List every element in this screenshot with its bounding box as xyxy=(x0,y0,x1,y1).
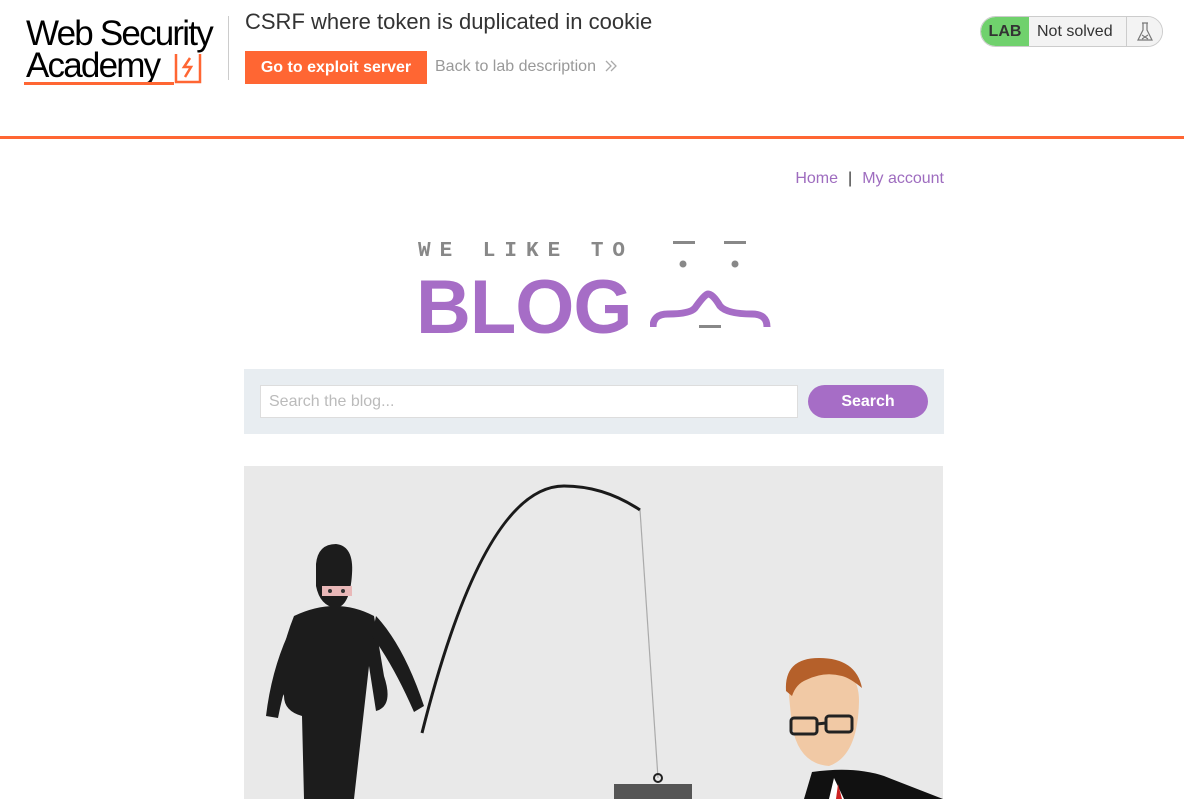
fishing-rod xyxy=(420,484,641,734)
lab-status-widget: LAB Not solved xyxy=(980,16,1163,47)
top-links: Home | My account xyxy=(244,170,944,188)
blog-word: BLOG xyxy=(416,265,633,350)
double-chevron-right-icon xyxy=(605,60,617,72)
phishing-illustration xyxy=(266,484,943,799)
search-button[interactable]: Search xyxy=(808,385,928,418)
lab-badge: LAB xyxy=(981,17,1029,46)
logo-bracket-icon xyxy=(174,54,202,84)
go-to-exploit-server-button[interactable]: Go to exploit server xyxy=(245,51,427,84)
blog-tagline: WE LIKE TO xyxy=(418,240,635,263)
back-to-lab-description-link[interactable]: Back to lab description xyxy=(435,58,618,76)
blog-logo: WE LIKE TO BLOG xyxy=(416,238,771,346)
hacker-figure xyxy=(266,544,424,799)
laptop xyxy=(614,784,692,799)
lab-status-text: Not solved xyxy=(1029,17,1127,46)
web-security-academy-logo[interactable]: Web Security Academy xyxy=(24,14,226,88)
flask-icon xyxy=(1127,17,1162,46)
nav-separator: | xyxy=(848,170,853,187)
academy-header: Web Security Academy CSRF where token is… xyxy=(0,0,1184,139)
lab-title: CSRF where token is duplicated in cookie xyxy=(245,9,653,34)
victim-figure xyxy=(785,658,943,799)
logo-line2: Academy xyxy=(26,46,161,85)
search-input[interactable] xyxy=(260,385,798,418)
fishing-line xyxy=(639,509,659,779)
blog-post-image[interactable] xyxy=(244,466,943,799)
logo-underline xyxy=(24,82,174,85)
back-link-label: Back to lab description xyxy=(435,58,596,75)
blog-search-section: Search xyxy=(244,369,944,434)
home-link[interactable]: Home xyxy=(795,170,838,187)
curly-face-icon xyxy=(650,241,771,328)
header-divider xyxy=(228,16,229,80)
my-account-link[interactable]: My account xyxy=(862,170,944,187)
